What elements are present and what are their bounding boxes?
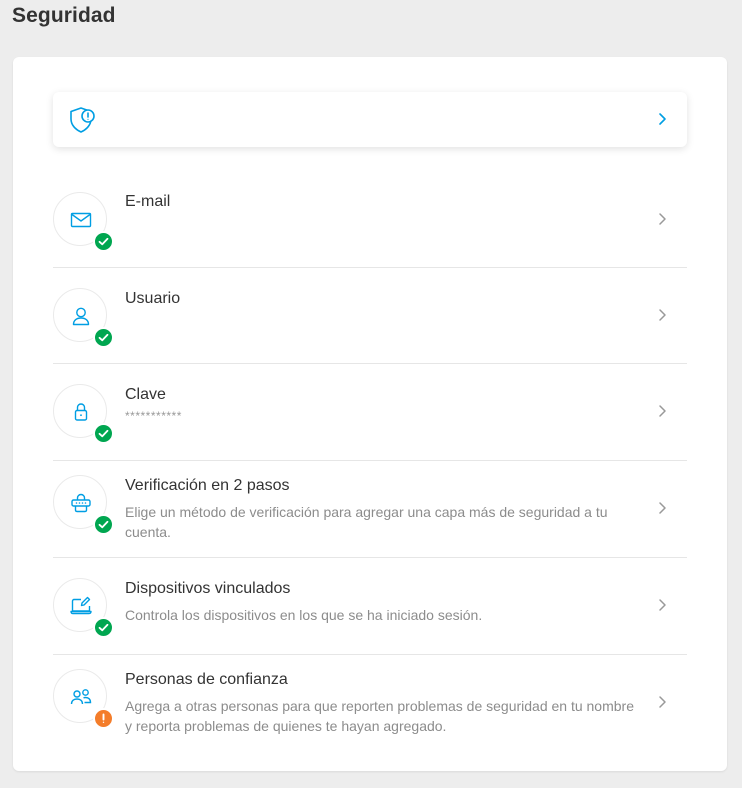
status-ok-badge [93, 327, 114, 348]
exclamation-icon [102, 713, 105, 723]
status-ok-badge [93, 423, 114, 444]
chevron-right-icon [659, 309, 666, 321]
security-alert-banner[interactable] [53, 92, 687, 147]
status-ok-badge [93, 231, 114, 252]
list-item-trusted-people[interactable]: Personas de confianza Agrega a otras per… [53, 655, 687, 751]
security-options-list: E-mail Usuario Clave *********** Verific… [53, 172, 687, 751]
row-description: Controla los dispositivos en los que se … [125, 607, 483, 623]
chevron-right-icon [659, 599, 666, 611]
people-icon [70, 689, 92, 705]
check-icon [98, 237, 109, 246]
list-item-two-step[interactable]: Verificación en 2 pasos Elige un método … [53, 461, 687, 558]
row-title: Personas de confianza [125, 671, 288, 688]
chevron-right-icon [659, 405, 666, 417]
list-item-usuario[interactable]: Usuario [53, 268, 687, 364]
devices-icon-circle [53, 578, 114, 638]
check-icon [98, 429, 109, 438]
status-ok-badge [93, 617, 114, 638]
user-icon-circle [53, 288, 114, 348]
chevron-right-icon [659, 502, 666, 514]
email-icon-circle [53, 192, 114, 252]
status-warning-badge [93, 708, 114, 729]
masked-password: *********** [125, 409, 182, 423]
chevron-right-icon [659, 113, 666, 125]
page-title: Seguridad [12, 4, 116, 27]
security-card: E-mail Usuario Clave *********** Verific… [13, 57, 727, 771]
row-description: Elige un método de verificación para agr… [125, 504, 608, 540]
row-title: Dispositivos vinculados [125, 580, 291, 597]
two-step-icon [71, 493, 91, 513]
status-ok-badge [93, 514, 114, 535]
lock-icon-circle [53, 384, 114, 444]
row-title: E-mail [125, 193, 171, 210]
lock-icon [74, 403, 88, 421]
people-icon-circle [53, 669, 114, 729]
check-icon [98, 623, 109, 632]
check-icon [98, 520, 109, 529]
row-title: Verificación en 2 pasos [125, 477, 290, 494]
row-title: Clave [125, 386, 166, 403]
chevron-right-icon [659, 213, 666, 225]
two-step-icon-circle [53, 475, 114, 535]
mail-icon [70, 212, 92, 228]
shield-alert-icon [70, 107, 95, 133]
check-icon [98, 333, 109, 342]
user-icon [72, 307, 90, 326]
devices-icon [70, 596, 92, 615]
row-title: Usuario [125, 290, 181, 307]
list-item-clave[interactable]: Clave *********** [53, 364, 687, 461]
row-description: Agrega a otras personas para que reporte… [125, 698, 634, 734]
list-item-email[interactable]: E-mail [53, 172, 687, 268]
list-item-devices[interactable]: Dispositivos vinculados Controla los dis… [53, 558, 687, 655]
chevron-right-icon [659, 696, 666, 708]
